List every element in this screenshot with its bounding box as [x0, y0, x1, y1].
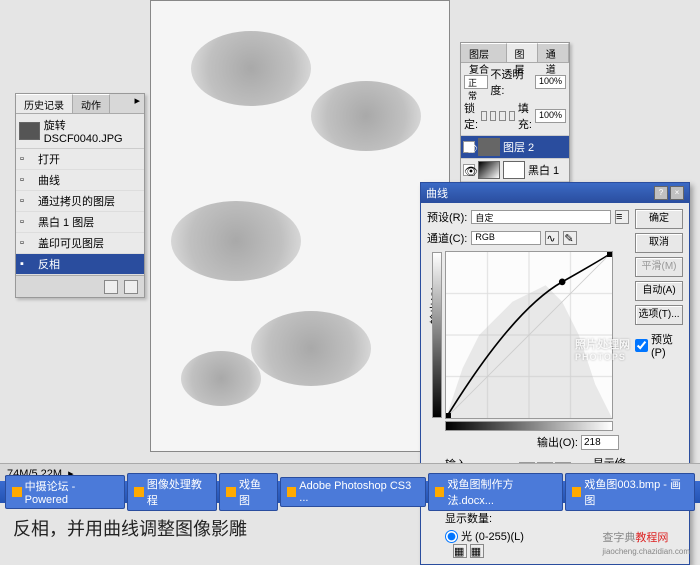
doc-icon: ▫ [20, 153, 34, 165]
lock-transparency-icon[interactable] [481, 111, 487, 121]
help-button[interactable]: ? [654, 186, 668, 200]
taskbar-item[interactable]: 戏鱼图003.bmp - 画图 [565, 473, 695, 511]
history-item[interactable]: ▫黑白 1 图层 [16, 212, 144, 233]
site-watermark: 查字典教程网 jiaocheng.chazidian.com [602, 529, 690, 557]
output-field[interactable] [581, 435, 619, 450]
smooth-button[interactable]: 平滑(M) [635, 257, 683, 277]
snapshot-label: 旋转 DSCF0040.JPG [44, 117, 141, 145]
photoshop-icon [287, 487, 297, 497]
mask-thumb [503, 161, 525, 179]
fill-field[interactable]: 100% [535, 109, 566, 123]
output-label-inline: 输出(O): [537, 434, 578, 450]
history-item-selected[interactable]: ▪反相 [16, 254, 144, 275]
options-button[interactable]: 选项(T)... [635, 305, 683, 325]
doc-icon: ▫ [20, 174, 34, 186]
channel-label: 通道(C): [427, 230, 467, 246]
tab-layer-comps[interactable]: 图层复合 [461, 43, 507, 62]
preset-menu-button[interactable]: ≡ [615, 210, 629, 224]
opacity-label: 不透明度: [490, 66, 533, 98]
input-gradient [445, 421, 613, 431]
document-canvas[interactable] [150, 0, 450, 452]
channel-dropdown[interactable]: RGB [471, 231, 541, 245]
taskbar-item[interactable]: 中摄论坛 - Powered [5, 475, 125, 509]
history-item[interactable]: ▫通过拷贝的图层 [16, 191, 144, 212]
layer-thumb [478, 138, 500, 156]
taskbar-item[interactable]: 戏鱼图 [219, 473, 277, 511]
browser-icon [12, 487, 22, 497]
visibility-icon[interactable]: 👁 [463, 164, 475, 176]
word-icon [435, 487, 445, 497]
auto-button[interactable]: 自动(A) [635, 281, 683, 301]
cancel-button[interactable]: 取消 [635, 233, 683, 253]
taskbar-item[interactable]: Adobe Photoshop CS3 ... [280, 477, 426, 507]
preset-label: 预设(R): [427, 209, 467, 225]
windows-taskbar: 中摄论坛 - Powered 图像处理教程 戏鱼图 Adobe Photosho… [0, 481, 700, 503]
display-label: 显示数量: [445, 513, 492, 525]
blend-mode-dropdown[interactable]: 正常 [464, 75, 488, 89]
close-button[interactable]: × [670, 186, 684, 200]
lock-all-icon[interactable] [509, 111, 515, 121]
history-item[interactable]: ▫曲线 [16, 170, 144, 191]
taskbar-item[interactable]: 图像处理教程 [127, 473, 217, 511]
doc-icon: ▫ [20, 195, 34, 207]
layer-name: 黑白 1 [528, 162, 559, 178]
lock-label: 锁定: [464, 100, 478, 132]
display-light-radio[interactable]: 光 (0-255)(L) [445, 528, 629, 544]
layer-item[interactable]: 👁 黑白 1 [461, 159, 569, 182]
doc-icon: ▫ [20, 216, 34, 228]
lock-pixels-icon[interactable] [490, 111, 496, 121]
layer-name: 图层 2 [503, 139, 534, 155]
taskbar-item[interactable]: 戏鱼图制作方法.docx... [428, 473, 563, 511]
folder-icon [226, 487, 236, 497]
ok-button[interactable]: 确定 [635, 209, 683, 229]
photops-watermark: 照片处理网 PHOTOPS [575, 335, 630, 362]
tab-actions[interactable]: 动作 [73, 94, 110, 113]
output-gradient [432, 252, 442, 418]
preview-checkbox[interactable]: 预览(P) [635, 331, 683, 359]
curve-point-tool[interactable]: ∿ [545, 231, 559, 245]
adjustment-thumb [478, 161, 500, 179]
delete-state-button[interactable] [124, 280, 138, 294]
fill-label: 填充: [518, 100, 532, 132]
new-snapshot-button[interactable] [104, 280, 118, 294]
preset-dropdown[interactable]: 自定 [471, 210, 611, 224]
folder-icon [134, 487, 144, 497]
snapshot-thumb [19, 122, 40, 140]
grid-small-icon[interactable]: ▦ [453, 544, 467, 558]
tab-layers[interactable]: 图层 [507, 43, 538, 62]
history-item[interactable]: ▫盖印可见图层 [16, 233, 144, 254]
visibility-icon[interactable]: 👁 [463, 141, 475, 153]
history-panel: 历史记录 动作 ▸ 旋转 DSCF0040.JPG ▫打开 ▫曲线 ▫通过拷贝的… [15, 93, 145, 298]
history-item[interactable]: ▫打开 [16, 149, 144, 170]
curve-pencil-tool[interactable]: ✎ [563, 231, 577, 245]
dialog-title: 曲线 [426, 185, 448, 201]
doc-icon: ▫ [20, 237, 34, 249]
layer-item[interactable]: 👁 图层 2 [461, 136, 569, 159]
lock-position-icon[interactable] [499, 111, 505, 121]
opacity-field[interactable]: 100% [535, 75, 566, 89]
history-snapshot[interactable]: 旋转 DSCF0040.JPG [16, 114, 144, 149]
tutorial-caption: 反相，并用曲线调整图像影雕 [13, 515, 247, 541]
tab-history[interactable]: 历史记录 [16, 94, 73, 113]
grid-large-icon[interactable]: ▦ [470, 544, 484, 558]
paint-icon [572, 487, 582, 497]
doc-icon: ▪ [20, 258, 34, 270]
tab-channels[interactable]: 通道 [538, 43, 569, 62]
panel-menu-icon[interactable]: ▸ [130, 94, 144, 113]
dialog-titlebar[interactable]: 曲线 ? × [421, 183, 689, 203]
